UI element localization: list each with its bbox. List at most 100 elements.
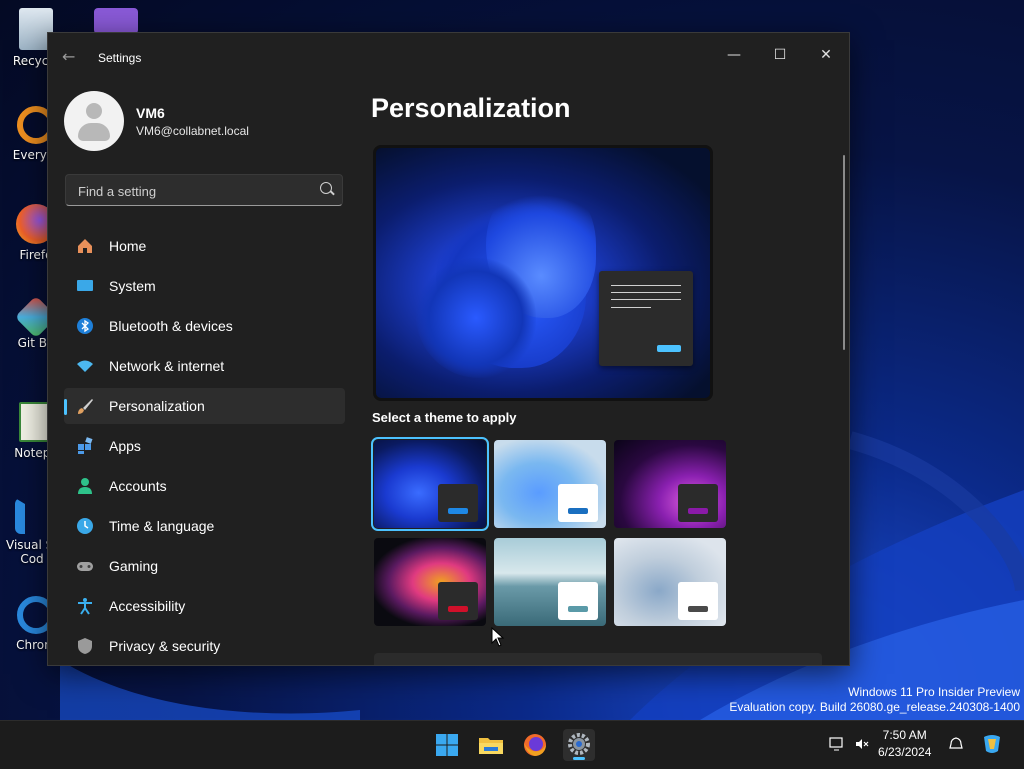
network-icon bbox=[77, 360, 93, 372]
preview-line bbox=[611, 299, 681, 300]
theme-tile-flow[interactable] bbox=[614, 538, 726, 626]
window-title: Settings bbox=[98, 51, 142, 65]
sidebar-item-bluetooth[interactable]: Bluetooth & devices bbox=[64, 308, 345, 344]
preview-line bbox=[611, 292, 681, 293]
sidebar-item-label: Apps bbox=[109, 438, 141, 454]
sidebar-item-label: Bluetooth & devices bbox=[109, 318, 233, 334]
theme-tile-sunrise[interactable] bbox=[494, 538, 606, 626]
theme-badge bbox=[438, 582, 478, 620]
theme-tile-windows-light[interactable] bbox=[494, 440, 606, 528]
shield-icon bbox=[78, 638, 92, 654]
theme-preview bbox=[373, 145, 713, 401]
theme-accent-swatch bbox=[448, 606, 468, 612]
minimize-button[interactable]: — bbox=[711, 39, 757, 71]
accessibility-icon bbox=[78, 598, 92, 615]
evaluation-watermark: Windows 11 Pro Insider Preview Evaluatio… bbox=[729, 685, 1020, 715]
theme-accent-swatch bbox=[688, 508, 708, 514]
theme-accent-swatch bbox=[568, 606, 588, 612]
sidebar-item-label: Accessibility bbox=[109, 598, 186, 614]
page-title: Personalization bbox=[371, 93, 571, 123]
screen-icon[interactable] bbox=[829, 737, 845, 751]
notification-bell-icon[interactable] bbox=[948, 737, 964, 751]
close-button[interactable]: ✕ bbox=[803, 39, 849, 71]
taskbar-firefox[interactable] bbox=[519, 729, 551, 761]
avatar-body-shape bbox=[78, 123, 110, 141]
theme-tile-captured-motion[interactable] bbox=[374, 538, 486, 626]
sidebar-item-apps[interactable]: Apps bbox=[64, 428, 345, 464]
bluetooth-icon bbox=[77, 318, 93, 334]
sidebar-item-accounts[interactable]: Accounts bbox=[64, 468, 345, 504]
brush-icon bbox=[78, 399, 93, 414]
theme-accent-swatch bbox=[448, 508, 468, 514]
theme-tile-glow[interactable] bbox=[614, 440, 726, 528]
sidebar-item-label: Network & internet bbox=[109, 358, 225, 374]
mouse-cursor-icon bbox=[491, 627, 505, 647]
avatar[interactable] bbox=[64, 91, 124, 151]
scrollbar-thumb[interactable] bbox=[843, 155, 845, 350]
theme-badge bbox=[678, 484, 718, 522]
search-input[interactable] bbox=[76, 175, 310, 207]
theme-accent-swatch bbox=[568, 508, 588, 514]
sidebar-item-label: Privacy & security bbox=[109, 638, 221, 654]
taskbar bbox=[0, 720, 1024, 769]
maximize-button[interactable]: ☐ bbox=[757, 39, 803, 71]
title-bar[interactable]: ← Settings — ☐ ✕ bbox=[48, 33, 849, 81]
theme-accent-swatch bbox=[688, 606, 708, 612]
sidebar-item-time-language[interactable]: Time & language bbox=[64, 508, 345, 544]
apps-icon bbox=[78, 437, 93, 454]
system-icon bbox=[77, 280, 93, 291]
home-icon bbox=[78, 239, 92, 253]
preview-window bbox=[599, 271, 693, 366]
taskbar-file-explorer[interactable] bbox=[475, 729, 507, 761]
wallpaper-bloom-shape bbox=[416, 258, 536, 378]
sidebar-item-network[interactable]: Network & internet bbox=[64, 348, 345, 384]
sidebar-item-label: Accounts bbox=[109, 478, 167, 494]
theme-badge bbox=[558, 582, 598, 620]
clock-time: 7:50 AM bbox=[882, 728, 927, 742]
taskbar-clock[interactable]: 7:50 AM 6/23/2024 bbox=[878, 727, 931, 761]
preview-line bbox=[611, 307, 651, 308]
sidebar-item-gaming[interactable]: Gaming bbox=[64, 548, 345, 584]
taskbar-settings[interactable] bbox=[563, 729, 595, 761]
windows-start-icon bbox=[436, 734, 458, 756]
sidebar-item-label: Personalization bbox=[109, 398, 205, 414]
sidebar-item-system[interactable]: System bbox=[64, 268, 345, 304]
user-email: VM6@collabnet.local bbox=[136, 124, 249, 138]
time-language-icon bbox=[77, 518, 93, 534]
search-icon[interactable] bbox=[320, 182, 332, 194]
preview-accent-button bbox=[657, 345, 681, 352]
clock-date: 6/23/2024 bbox=[878, 745, 932, 759]
theme-tile-windows-dark[interactable] bbox=[371, 437, 489, 531]
vscode-icon bbox=[15, 498, 49, 534]
taskbar-start-button[interactable] bbox=[431, 729, 463, 761]
sidebar-item-home[interactable]: Home bbox=[64, 228, 345, 264]
visual-studio-icon bbox=[94, 8, 138, 34]
sidebar-item-label: System bbox=[109, 278, 156, 294]
sidebar-item-label: Gaming bbox=[109, 558, 159, 574]
copilot-icon[interactable] bbox=[980, 733, 1004, 755]
back-arrow-icon[interactable]: ← bbox=[62, 47, 75, 66]
preview-line bbox=[611, 285, 681, 286]
theme-badge bbox=[558, 484, 598, 522]
sidebar-item-accessibility[interactable]: Accessibility bbox=[64, 588, 345, 624]
sidebar-item-privacy-security[interactable]: Privacy & security bbox=[64, 628, 345, 664]
active-app-indicator bbox=[573, 757, 585, 760]
network-speaker-status-icon[interactable] bbox=[854, 737, 870, 751]
search-box[interactable] bbox=[65, 174, 343, 207]
theme-section-label: Select a theme to apply bbox=[372, 410, 517, 425]
gaming-icon bbox=[77, 562, 93, 571]
avatar-head-shape bbox=[86, 103, 102, 119]
accounts-icon bbox=[78, 478, 92, 494]
file-explorer-icon bbox=[479, 738, 503, 754]
user-name: VM6 bbox=[136, 105, 165, 121]
theme-badge bbox=[438, 484, 478, 522]
watermark-line: Windows 11 Pro Insider Preview bbox=[848, 685, 1020, 699]
sidebar-nav: Home System Bluetooth & devices Network … bbox=[64, 228, 345, 665]
firefox-icon bbox=[524, 734, 546, 756]
watermark-line: Evaluation copy. Build 26080.ge_release.… bbox=[729, 700, 1020, 714]
next-settings-card[interactable] bbox=[374, 653, 822, 665]
theme-badge bbox=[678, 582, 718, 620]
sidebar-item-personalization[interactable]: Personalization bbox=[64, 388, 345, 424]
settings-window[interactable]: ← Settings — ☐ ✕ VM6 VM6@collabnet.local… bbox=[47, 32, 850, 666]
sidebar-item-label: Time & language bbox=[109, 518, 215, 534]
